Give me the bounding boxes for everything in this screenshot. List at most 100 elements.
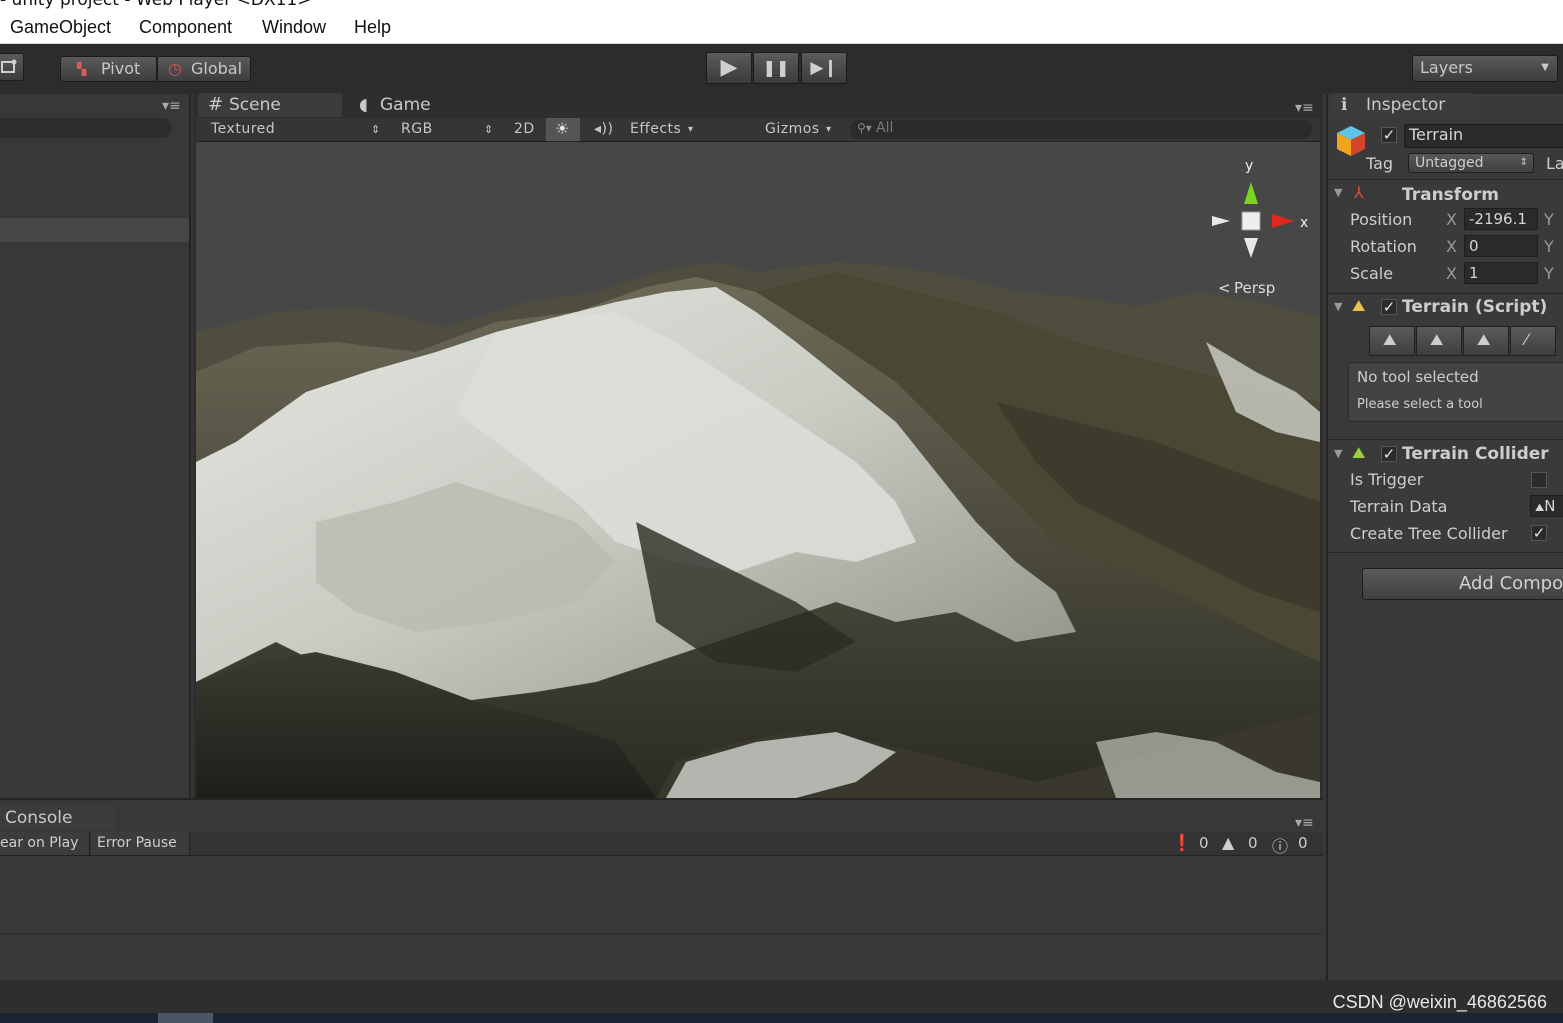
taskbar-item[interactable] xyxy=(158,1013,213,1023)
gizmos-dropdown[interactable]: Gizmos xyxy=(765,121,820,137)
terrain-script-title: Terrain (Script) xyxy=(1402,297,1548,317)
create-tree-collider-checkbox[interactable]: ✓ xyxy=(1531,525,1547,541)
rotation-x-axis: X xyxy=(1446,237,1457,256)
menu-gameobject[interactable]: GameObject xyxy=(10,17,111,38)
dropdown-arrows-icon: ⇕ xyxy=(1519,157,1528,168)
tab-inspector-label: Inspector xyxy=(1366,95,1446,115)
console-panel xyxy=(0,798,1323,980)
gizmo-x-label: x xyxy=(1300,215,1308,231)
smooth-height-icon: ⛰ xyxy=(1477,330,1491,349)
add-component-label: Add Compo xyxy=(1459,573,1563,594)
sun-icon: ☀ xyxy=(555,119,570,138)
raise-terrain-tool-button[interactable]: ⛰ xyxy=(1369,326,1415,356)
is-trigger-checkbox[interactable] xyxy=(1531,472,1547,488)
rect-tool-button[interactable] xyxy=(0,53,24,81)
search-icon: ⚲▾ xyxy=(857,121,872,135)
dropdown-arrows-icon: ⇕ xyxy=(484,123,494,136)
paint-texture-tool-button[interactable]: ⁄ xyxy=(1510,326,1556,356)
game-pacman-icon: ◖ xyxy=(359,95,368,115)
main-toolbar: ▚ Pivot ◷ Global ▶ ❚❚ ▶❙ Layers ▼ xyxy=(0,44,1563,94)
position-y-axis: Y xyxy=(1544,210,1554,229)
panel-menu-icon[interactable]: ▾≡ xyxy=(162,98,181,114)
scale-x-field[interactable]: 1 xyxy=(1464,262,1538,284)
inspector-panel: ℹ Inspector ✓ Terrain Tag Untagged ⇕ La … xyxy=(1326,93,1563,980)
position-x-field[interactable]: -2196.1 xyxy=(1464,208,1538,230)
terrain-render: y x < Persp xyxy=(196,142,1320,798)
object-name-field[interactable]: Terrain xyxy=(1404,124,1563,148)
paint-height-icon: ⛰ xyxy=(1430,330,1444,349)
persp-back-icon: < xyxy=(1218,279,1231,297)
scale-label: Scale xyxy=(1350,264,1394,283)
effects-dropdown[interactable]: Effects xyxy=(630,121,681,137)
log-icon[interactable]: ⓘ xyxy=(1272,833,1288,857)
terrain-collider-enabled-checkbox[interactable]: ✓ xyxy=(1381,446,1397,462)
tab-scene[interactable]: # Scene xyxy=(198,93,342,117)
divider xyxy=(1328,293,1563,294)
tab-game-label: Game xyxy=(380,95,431,115)
dropdown-arrow-icon: ▾ xyxy=(688,124,694,135)
watermark-text: CSDN @weixin_46862566 xyxy=(1332,992,1547,1012)
tag-dropdown[interactable]: Untagged ⇕ xyxy=(1408,153,1534,173)
pause-button[interactable]: ❚❚ xyxy=(753,52,799,84)
layers-dropdown[interactable]: Layers ▼ xyxy=(1412,55,1558,82)
active-checkbox[interactable]: ✓ xyxy=(1381,127,1397,143)
menu-window[interactable]: Window xyxy=(262,17,326,38)
tab-inspector[interactable]: ℹ Inspector xyxy=(1332,93,1474,117)
window-title-bar: - unity project - Web Player <DX11> xyxy=(0,0,1563,14)
tag-label: Tag xyxy=(1366,154,1394,173)
rotation-label: Rotation xyxy=(1350,237,1417,256)
audio-toggle-icon[interactable]: ◂)) xyxy=(594,121,613,137)
rotation-x-field[interactable]: 0 xyxy=(1464,235,1538,257)
global-label: Global xyxy=(191,59,243,78)
hierarchy-selected-row[interactable] xyxy=(0,218,189,242)
panel-menu-icon[interactable]: ▾≡ xyxy=(1295,100,1314,116)
divider xyxy=(1328,552,1563,553)
foldout-arrow-icon[interactable]: ▼ xyxy=(1334,447,1342,460)
rotation-y-axis: Y xyxy=(1544,237,1554,256)
layers-label: Layers xyxy=(1420,58,1473,77)
gizmo-y-label: y xyxy=(1245,158,1253,174)
panel-menu-icon[interactable]: ▾≡ xyxy=(1295,815,1314,831)
raise-terrain-icon: ⛰ xyxy=(1383,330,1397,349)
menu-component[interactable]: Component xyxy=(139,17,232,38)
menu-help[interactable]: Help xyxy=(354,17,391,38)
shading-mode-dropdown[interactable]: Textured xyxy=(211,121,275,137)
hierarchy-panel: ▾≡ xyxy=(0,94,191,798)
error-icon[interactable]: ❗ xyxy=(1172,833,1192,852)
scene-search-input[interactable]: ⚲▾ All xyxy=(850,120,1312,139)
hierarchy-search-input[interactable] xyxy=(0,118,172,138)
foldout-arrow-icon[interactable]: ▼ xyxy=(1334,300,1342,313)
paint-height-tool-button[interactable]: ⛰ xyxy=(1416,326,1462,356)
smooth-height-tool-button[interactable]: ⛰ xyxy=(1463,326,1509,356)
persp-label[interactable]: Persp xyxy=(1234,279,1275,297)
terrain-script-enabled-checkbox[interactable]: ✓ xyxy=(1381,299,1397,315)
play-button[interactable]: ▶ xyxy=(706,52,752,84)
play-icon: ▶ xyxy=(720,55,738,80)
terrain-data-label: Terrain Data xyxy=(1350,497,1448,516)
error-pause-toggle[interactable]: Error Pause xyxy=(91,832,190,855)
render-mode-dropdown[interactable]: RGB xyxy=(401,121,433,137)
step-icon: ▶❙ xyxy=(810,58,838,78)
toggle-2d-button[interactable]: 2D xyxy=(514,121,535,137)
tab-console[interactable]: Console xyxy=(0,806,116,830)
pause-icon: ❚❚ xyxy=(762,58,790,77)
global-toggle-button[interactable]: ◷ Global xyxy=(157,56,251,82)
foldout-arrow-icon[interactable]: ▼ xyxy=(1334,186,1342,199)
pivot-toggle-button[interactable]: ▚ Pivot xyxy=(60,56,157,82)
transform-title: Transform xyxy=(1402,185,1499,205)
lighting-toggle-button[interactable]: ☀ xyxy=(546,118,580,141)
help-text: Please select a tool xyxy=(1357,397,1483,412)
terrain-icon: ⛰ xyxy=(1352,296,1366,315)
scene-viewport[interactable]: y x < Persp xyxy=(196,142,1320,798)
pivot-label: Pivot xyxy=(101,59,141,78)
position-label: Position xyxy=(1350,210,1413,229)
os-taskbar xyxy=(0,1013,1563,1023)
terrain-collider-icon: ⛰ xyxy=(1352,443,1366,462)
menu-bar: GameObject Component Window Help xyxy=(0,14,1563,44)
warning-icon[interactable]: ▲ xyxy=(1222,833,1234,852)
clear-on-play-toggle[interactable]: ear on Play xyxy=(0,832,90,855)
step-button[interactable]: ▶❙ xyxy=(801,52,847,84)
add-component-button[interactable]: Add Compo xyxy=(1362,568,1563,600)
terrain-data-field[interactable]: ⛰N xyxy=(1530,495,1563,517)
tab-game[interactable]: ◖ Game xyxy=(356,93,466,117)
